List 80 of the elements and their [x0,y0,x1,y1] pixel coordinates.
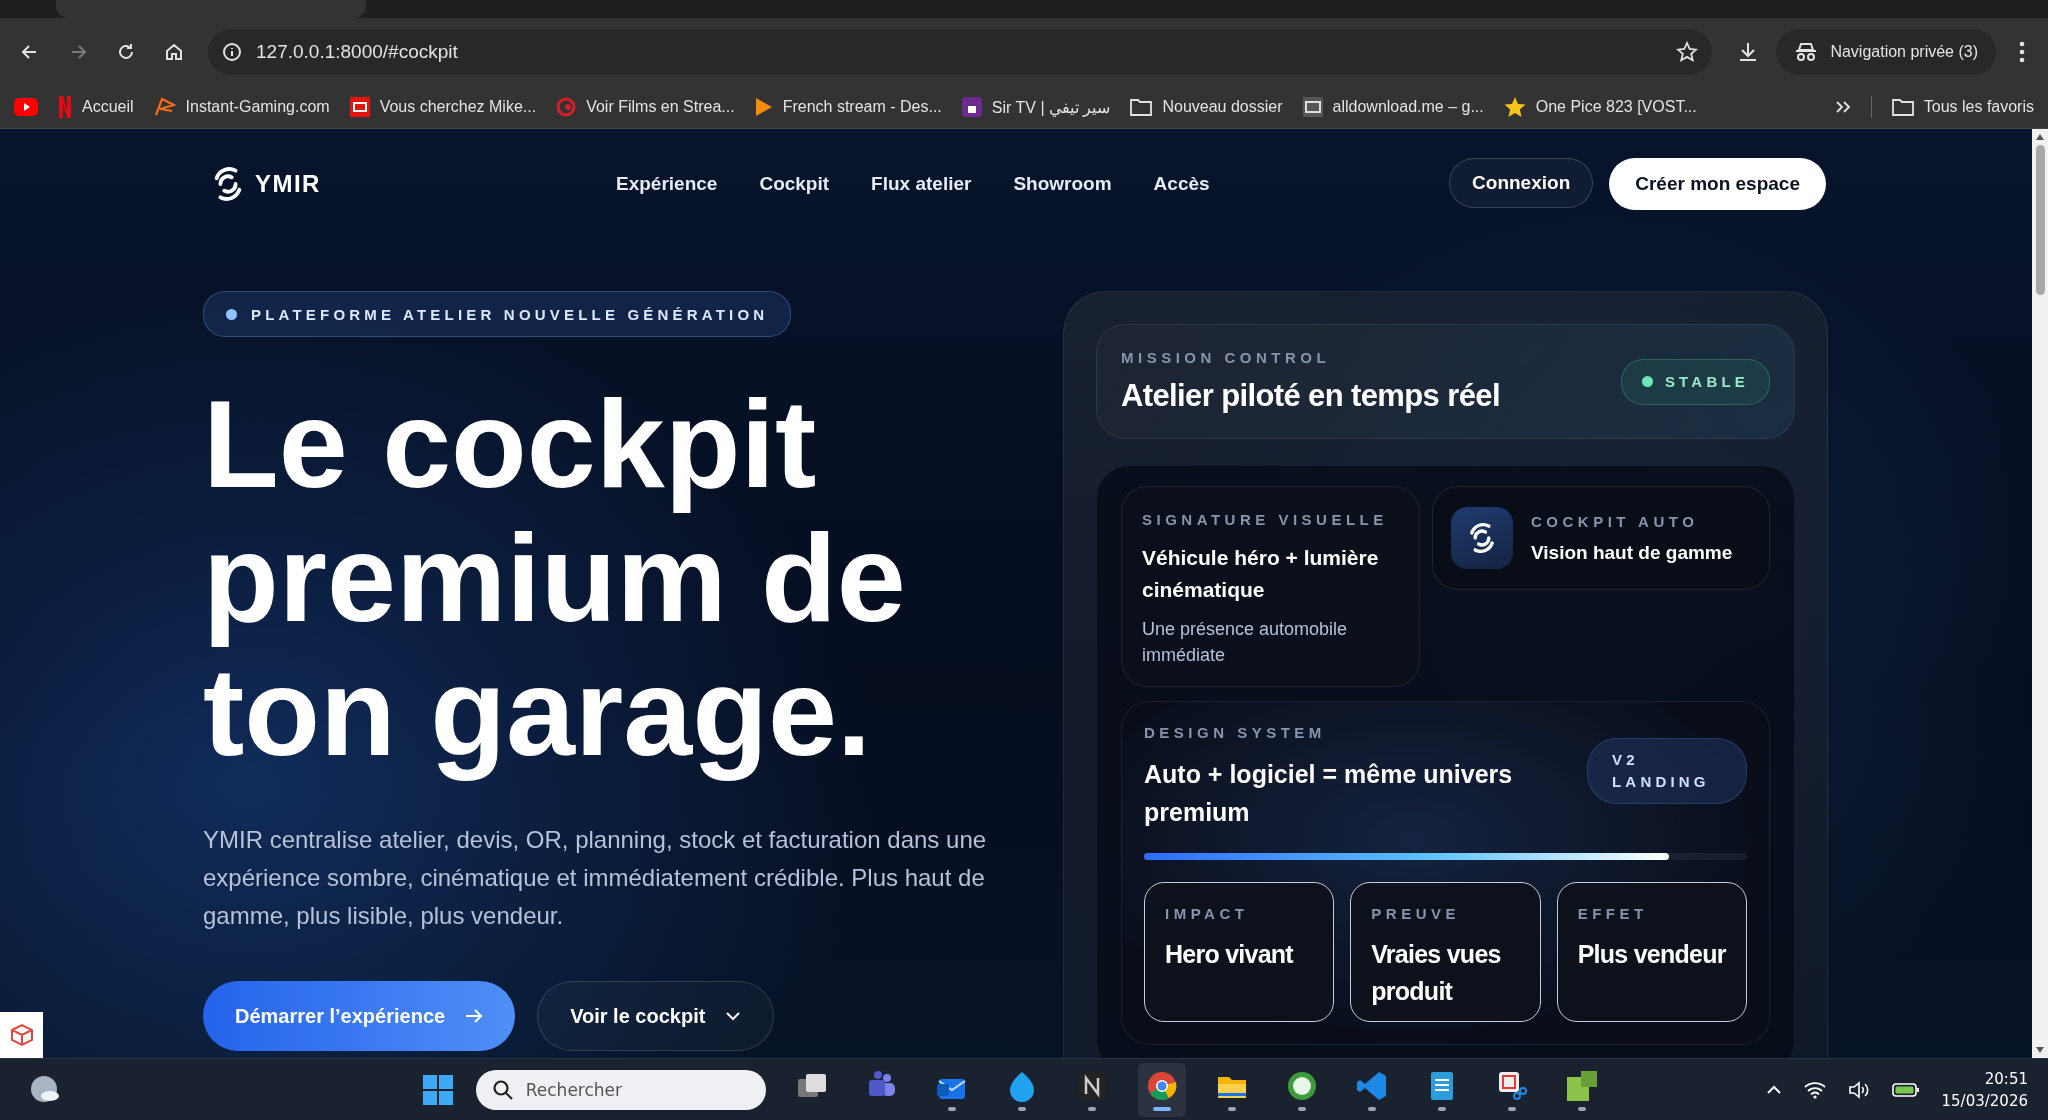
scroll-up-icon[interactable] [2035,133,2045,141]
chevrons-icon[interactable] [1834,100,1851,114]
browser-app-icon[interactable] [1137,1062,1186,1117]
dot-icon [226,308,237,320]
bookmark-link[interactable]: Vous cherchez Mike... [349,97,537,117]
menu-icon[interactable] [2018,41,2026,63]
ring-icon [556,97,577,117]
card-title: Atelier piloté en temps réel [1121,378,1500,414]
login-button[interactable]: Connexion [1449,158,1594,208]
battery-icon[interactable] [1891,1081,1920,1098]
tile-icon [961,97,982,117]
zigzag-icon [153,97,176,117]
bookmark-link[interactable]: Instant-Gaming.com [153,97,330,117]
card-title: Véhicule héro + lumière cinématique [1142,545,1380,603]
scrollbar-thumb[interactable] [2035,145,2045,295]
speaker-icon[interactable] [1847,1080,1870,1099]
stat-label: IMPACT [1165,905,1250,922]
bookmark-link[interactable]: Sir TV | سير تيفي [961,97,1111,117]
search-field[interactable]: Rechercher [475,1069,766,1110]
scrollbar[interactable] [2032,129,2048,1058]
bookmark-link[interactable]: French stream - Des... [754,97,942,117]
extension-icon[interactable] [0,1012,43,1058]
bookmark-folder[interactable]: Tous les favoris [1891,98,2034,116]
search-icon [491,1078,514,1101]
hero-headline: Le cockpit premium de ton garage. [203,377,907,783]
card-eyebrow: DESIGN SYSTEM [1144,724,1327,741]
stat-label: PREUVE [1371,905,1461,922]
clock-date[interactable]: 15/03/2026 [1941,1089,2028,1112]
badge-text: PLATEFORME ATELIER NOUVELLE GÉNÉRATION [251,305,769,323]
cube-icon [8,1022,35,1048]
card-eyebrow: SIGNATURE VISUELLE [1142,511,1389,528]
incognito-icon [1794,42,1819,62]
stat-value: Hero vivant [1165,939,1295,970]
dot-icon [1641,376,1653,387]
nav-link[interactable]: Cockpit [759,173,830,195]
info-icon [222,42,242,62]
stat-value: Plus vendeur [1577,939,1726,970]
letter-n-icon [58,96,72,118]
home-icon [164,42,184,62]
nav-link[interactable]: Accès [1153,173,1210,195]
card-eyebrow: MISSION CONTROL [1121,349,1332,366]
folder-icon [1130,98,1153,116]
play-tile-icon[interactable] [14,98,38,116]
stat-label: EFFET [1577,905,1649,922]
bookmark-link[interactable]: Voir Films en Strea... [556,97,735,117]
tile-icon [1302,97,1323,117]
incognito-button[interactable]: Navigation privée (3) [1776,29,1996,75]
card-eyebrow: COCKPIT AUTO [1531,512,1700,530]
clock-time[interactable]: 20:51 [1984,1067,2028,1090]
bookmark-star-icon[interactable] [1676,41,1699,63]
card-title: Auto + logiciel = même univers premium [1144,759,1514,828]
four-squares-icon[interactable] [421,1073,454,1106]
bookmark-link[interactable]: One Pice 823 [VOST... [1503,96,1697,118]
star-icon [1503,96,1526,118]
bookmark-link[interactable]: Nouveau dossier [1130,98,1283,116]
status-text: STABLE [1664,373,1749,390]
cockpit-button[interactable]: Voir le cockpit [537,981,775,1051]
signup-button[interactable]: Créer mon espace [1609,158,1826,210]
start-button[interactable]: Démarrer l’expérience [203,981,516,1051]
bookmark-link[interactable]: Accueil [58,96,134,118]
reload-icon [116,42,136,62]
stat-value: Vraies vues produit [1371,939,1502,1007]
version-tag: V2 LANDING [1587,738,1747,804]
logo-text: YMIR [255,170,321,198]
tv-icon [349,97,370,117]
address-bar[interactable]: 127.0.0.1:8000/#cockpit [208,29,1713,75]
chevron-down-icon [725,1011,742,1021]
nav-link[interactable]: Expérience [616,173,718,195]
play-icon [754,97,773,117]
scroll-down-icon[interactable] [2035,1046,2045,1054]
card-text: Une présence automobile immédiate [1142,618,1349,667]
wifi-icon[interactable] [1803,1080,1826,1099]
card-title: Vision haut de gamme [1531,541,1733,564]
arrow-right-icon [465,1008,484,1024]
nav-link[interactable]: Showroom [1013,173,1112,195]
nav-link[interactable]: Flux atelier [871,173,972,195]
bookmark-link[interactable]: alldownload.me – g... [1302,97,1484,117]
chevron-up-icon[interactable] [1765,1084,1782,1095]
folder-icon [1891,98,1914,116]
hero-description: YMIR centralise atelier, devis, OR, planning, stock et facturation dans une expérience sombre, cinématique et immédiatement crédible. Plus haut de gamme, plus lisible, plus vendeur. [203,825,988,931]
